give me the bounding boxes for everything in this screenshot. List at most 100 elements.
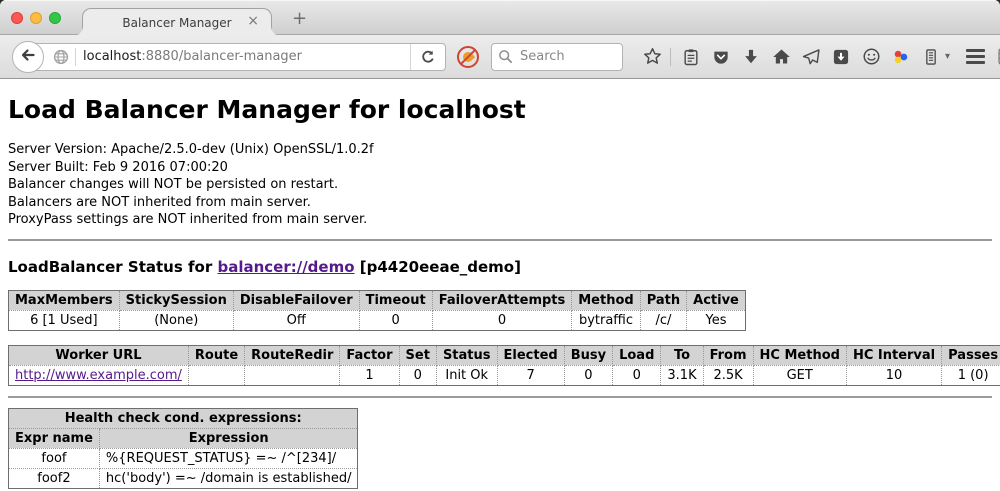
worker-url-link[interactable]: http://www.example.com/ <box>15 368 182 383</box>
cell-expression: hc('body') =~ /domain is established/ <box>99 468 358 488</box>
page-content: Load Balancer Manager for localhost Serv… <box>0 95 1000 491</box>
reload-icon <box>420 49 436 65</box>
cell-passes: 1 (0) <box>942 365 1000 385</box>
feedback-button[interactable] <box>858 44 884 70</box>
cell-route <box>188 365 244 385</box>
url-path: :8880/balancer-manager <box>141 49 302 64</box>
cell-hc-interval: 10 <box>846 365 941 385</box>
zoom-window-button[interactable] <box>49 12 61 24</box>
search-input[interactable] <box>518 48 612 65</box>
col-factor: Factor <box>340 345 399 365</box>
url-host: localhost <box>83 49 141 64</box>
clipboard-button[interactable] <box>678 44 704 70</box>
col-elected: Elected <box>497 345 564 365</box>
url-text: localhost:8880/balancer-manager <box>83 49 410 64</box>
persist-notice-line: Balancer changes will NOT be persisted o… <box>8 176 992 194</box>
send-page-button[interactable] <box>798 44 824 70</box>
hamburger-menu-button[interactable] <box>966 49 985 64</box>
tab-close-icon[interactable]: × <box>247 13 259 29</box>
tab-balancer-manager[interactable]: Balancer Manager × <box>82 8 272 36</box>
bookmark-star-button[interactable] <box>639 44 665 70</box>
col-from: From <box>703 345 753 365</box>
col-load: Load <box>613 345 661 365</box>
col-expression: Expression <box>99 428 358 448</box>
balancer-demo-link[interactable]: balancer://demo <box>217 258 354 276</box>
worker-table: Worker URL Route RouteRedir Factor Set S… <box>8 345 1000 386</box>
divider <box>8 396 992 398</box>
cell-active: Yes <box>687 310 746 330</box>
table-header-row: Expr name Expression <box>9 428 358 448</box>
globe-icon <box>53 49 69 65</box>
cell-expr-name: foof2 <box>9 468 100 488</box>
inherit-notice-line: Balancers are NOT inherited from main se… <box>8 194 992 212</box>
table-row: foof %{REQUEST_STATUS} =~ /^[234]/ <box>9 448 358 468</box>
pocket-button[interactable] <box>708 44 734 70</box>
col-busy: Busy <box>564 345 612 365</box>
cell-factor: 1 <box>340 365 399 385</box>
home-icon <box>771 46 792 67</box>
col-failoverattempts: FailoverAttempts <box>432 290 572 310</box>
cell-expr-name: foof <box>9 448 100 468</box>
cell-hc-method: GET <box>753 365 846 385</box>
home-button[interactable] <box>768 44 794 70</box>
flash-blocked-icon[interactable] <box>457 46 479 68</box>
col-status: Status <box>436 345 497 365</box>
col-worker-url: Worker URL <box>9 345 189 365</box>
divider <box>8 239 992 241</box>
grid-sidebar-button[interactable] <box>993 44 1000 70</box>
minimize-window-button[interactable] <box>30 12 42 24</box>
cell-worker-url: http://www.example.com/ <box>9 365 189 385</box>
col-expr-name: Expr name <box>9 428 100 448</box>
back-button[interactable] <box>12 41 44 73</box>
reload-button[interactable] <box>410 44 445 70</box>
url-bar[interactable]: localhost:8880/balancer-manager <box>28 43 446 71</box>
col-method: Method <box>572 290 640 310</box>
cell-path: /c/ <box>640 310 686 330</box>
download-panel-button[interactable] <box>828 44 854 70</box>
cell-disablefailover: Off <box>233 310 359 330</box>
download-panel-icon <box>831 47 851 67</box>
notes-icon <box>921 47 941 67</box>
cell-method: bytraffic <box>572 310 640 330</box>
col-stickysession: StickySession <box>119 290 233 310</box>
star-icon <box>642 46 663 67</box>
table-row: http://www.example.com/ 1 0 Init Ok 7 0 … <box>9 365 1000 385</box>
col-passes: Passes <box>942 345 1000 365</box>
cell-stickysession: (None) <box>119 310 233 330</box>
heading-suffix: [p4420eeae_demo] <box>355 258 521 276</box>
downloads-button[interactable] <box>738 44 764 70</box>
col-maxmembers: MaxMembers <box>9 290 120 310</box>
dropdown-chevron-icon[interactable]: ▾ <box>945 51 950 62</box>
cell-to: 3.1K <box>661 365 703 385</box>
notes-extension-button[interactable] <box>918 44 944 70</box>
cell-timeout: 0 <box>359 310 432 330</box>
search-bar[interactable] <box>491 43 623 71</box>
cell-elected: 7 <box>497 365 564 385</box>
toolbar-separator <box>670 48 671 66</box>
cell-routeredir <box>245 365 340 385</box>
traffic-lights <box>11 12 61 24</box>
loadbalancer-status-heading: LoadBalancer Status for balancer://demo … <box>8 258 992 276</box>
grid-icon <box>996 46 1000 67</box>
table-header-row: Worker URL Route RouteRedir Factor Set S… <box>9 345 1000 365</box>
url-separator <box>75 48 76 66</box>
new-tab-button[interactable]: + <box>292 8 307 29</box>
nav-toolbar: localhost:8880/balancer-manager <box>0 35 1000 79</box>
proxypass-notice-line: ProxyPass settings are NOT inherited fro… <box>8 211 992 229</box>
col-disablefailover: DisableFailover <box>233 290 359 310</box>
browser-window: Balancer Manager × + localhost:8880/bala… <box>0 0 1000 491</box>
table-title-row: Health check cond. expressions: <box>9 408 358 428</box>
col-active: Active <box>687 290 746 310</box>
colored-dots-extension-button[interactable] <box>888 44 914 70</box>
table-row: foof2 hc('body') =~ /domain is establish… <box>9 468 358 488</box>
col-routeredir: RouteRedir <box>245 345 340 365</box>
server-built-line: Server Built: Feb 9 2016 07:00:20 <box>8 159 992 177</box>
heading-prefix: LoadBalancer Status for <box>8 258 217 276</box>
close-window-button[interactable] <box>11 12 23 24</box>
page-title: Load Balancer Manager for localhost <box>8 95 992 124</box>
table-header-row: MaxMembers StickySession DisableFailover… <box>9 290 746 310</box>
cell-from: 2.5K <box>703 365 753 385</box>
smiley-icon <box>861 46 882 67</box>
cell-maxmembers: 6 [1 Used] <box>9 310 120 330</box>
server-version-line: Server Version: Apache/2.5.0-dev (Unix) … <box>8 141 992 159</box>
